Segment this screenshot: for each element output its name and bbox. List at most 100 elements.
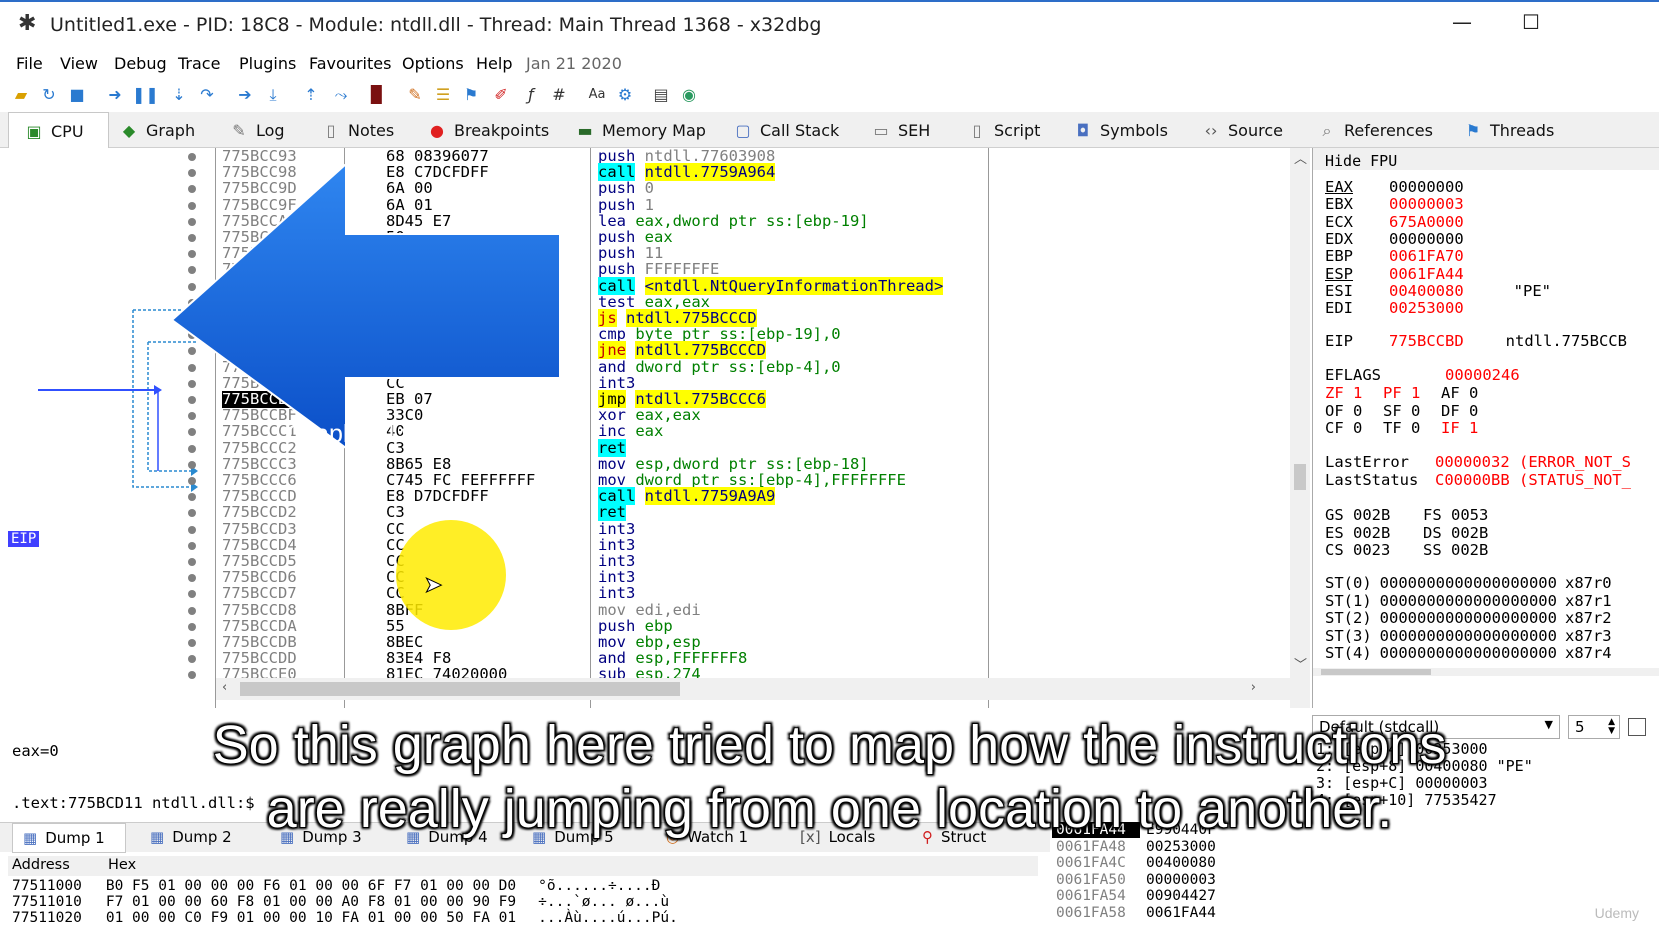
fpu-register[interactable]: ST(0) 0000000000000000000 x87r0 [1325, 574, 1620, 592]
patch-icon[interactable]: ✎ [404, 84, 426, 106]
calculator-icon[interactable]: ▤ [650, 84, 672, 106]
flag[interactable]: PF 1 [1383, 384, 1420, 402]
disasm-row[interactable]: 775BCCCD E8 D7DCFDFF call ntdll.7759A9A9 [188, 487, 1290, 506]
flag[interactable]: DF 0 [1441, 402, 1478, 420]
disasm-row[interactable]: 775BCCD6CCint3 [188, 569, 1290, 586]
breakpoint-dot-icon[interactable] [188, 558, 196, 566]
eflags-register[interactable]: EFLAGS 00000246 [1325, 366, 1520, 384]
scroll-thumb[interactable] [240, 682, 680, 696]
menu-trace[interactable]: Trace [178, 54, 220, 73]
disasm-row[interactable]: 775BCCD3 CC int3 [188, 520, 1290, 538]
breakpoint-dot-icon[interactable] [188, 541, 196, 550]
maximize-button[interactable]: ☐ [1522, 10, 1540, 34]
register-horizontal-scrollbar[interactable] [1313, 668, 1659, 676]
tab-script[interactable]: ▯ Script [968, 112, 1041, 148]
flag[interactable]: TF 0 [1383, 419, 1420, 437]
preferences-icon[interactable]: ⚙ [614, 84, 636, 106]
stop-icon[interactable]: ■ [66, 84, 88, 106]
tab-cpu[interactable]: ▣ CPU [8, 112, 109, 149]
dump-row[interactable]: 77511010 F7 01 00 00 60 F8 01 00 00 A0 F8… [12, 894, 691, 910]
fpu-register[interactable]: ST(4) 0000000000000000000 x87r4 [1325, 644, 1620, 662]
disasm-row[interactable]: 775BCCDB 8BEC mov ebp,esp [188, 634, 1290, 651]
tab-threads[interactable]: ⚑ Threads [1464, 112, 1554, 148]
breakpoint-dot-icon[interactable] [188, 525, 196, 534]
tab-breakpoints[interactable]: ● Breakpoints [428, 112, 549, 148]
labels-icon[interactable]: ⚑ [460, 84, 482, 106]
breakpoint-dot-icon[interactable] [188, 153, 196, 161]
disasm-row[interactable]: 775BCCD4 CC int3 [188, 536, 1290, 554]
scylla-icon[interactable]: ▉ [366, 84, 388, 106]
tab-graph[interactable]: ◆ Graph [120, 112, 195, 148]
segment-register[interactable]: SS 002B [1423, 541, 1488, 559]
scroll-up-icon[interactable]: ︿ [1294, 148, 1307, 167]
disasm-row[interactable]: 775BCCDA 55 push ebp [188, 617, 1290, 635]
dump-row[interactable]: 77511020 01 00 00 C0 F9 01 00 00 10 FA 01… [12, 910, 700, 926]
stack-row[interactable]: 0061FA50 00000003 [1052, 872, 1216, 888]
scroll-right-icon[interactable]: › [1251, 680, 1256, 695]
flag[interactable]: CF 0 [1325, 419, 1362, 437]
fpu-register[interactable]: ST(3) 0000000000000000000 x87r3 [1325, 627, 1620, 645]
tab-log[interactable]: ✎ Log [230, 112, 284, 148]
disassembly-vertical-scrollbar[interactable]: ︿ ﹀ [1290, 148, 1310, 708]
scroll-thumb[interactable] [1294, 464, 1306, 490]
eip-register[interactable]: EIP 775BCCBD ntdll.775BCCB [1325, 332, 1627, 350]
stack-row[interactable]: 0061FA48 00253000 [1052, 839, 1216, 855]
execute-till-return-icon[interactable]: ⇡ [300, 84, 322, 106]
flag[interactable]: OF 0 [1325, 402, 1362, 420]
scroll-thumb[interactable] [1321, 669, 1431, 675]
tab-memory-map[interactable]: ▬ Memory Map [576, 112, 705, 148]
open-icon[interactable]: ▰ [10, 84, 32, 106]
fpu-register[interactable]: ST(1) 0000000000000000000 x87r1 [1325, 592, 1620, 610]
tab-seh[interactable]: ▭ SEH [872, 112, 930, 148]
disasm-row[interactable]: 775BCCD5 CC int3 [188, 553, 1290, 570]
register-edi[interactable]: EDI 00253000 [1325, 299, 1514, 317]
disasm-row[interactable]: 775BCCD7 CC int3 [188, 585, 1290, 602]
register-edx[interactable]: EDX 00000000 [1325, 230, 1514, 248]
menu-view[interactable]: View [60, 54, 98, 73]
font-icon[interactable]: Aa [586, 84, 608, 106]
functions-icon[interactable]: ƒ [520, 84, 542, 106]
register-esp[interactable]: ESP 0061FA44 [1325, 265, 1514, 283]
restart-icon[interactable]: ↻ [38, 84, 60, 106]
scroll-down-icon[interactable]: ﹀ [1294, 654, 1307, 673]
breakpoint-dot-icon[interactable] [188, 477, 196, 485]
dump-table[interactable]: Address Hex 77511000 B0 F5 01 00 00 00 F6… [8, 856, 1038, 927]
menu-plugins[interactable]: Plugins [239, 54, 296, 73]
segment-register[interactable]: ES 002B [1325, 524, 1390, 542]
segment-register[interactable]: FS 0053 [1423, 506, 1488, 524]
register-ecx[interactable]: ECX 675A0000 [1325, 213, 1514, 231]
trace-over-icon[interactable]: ⤓ [262, 84, 284, 106]
flag[interactable]: AF 0 [1441, 384, 1478, 402]
hide-fpu-button[interactable]: Hide FPU [1313, 148, 1659, 170]
menu-options[interactable]: Options [402, 54, 464, 73]
scroll-left-icon[interactable]: ‹ [222, 680, 227, 695]
trace-into-icon[interactable]: ➔ [234, 84, 256, 106]
breakpoint-dot-icon[interactable] [188, 639, 196, 647]
stack-row[interactable]: 0061FA54 00904427 [1052, 888, 1216, 904]
hash-icon[interactable]: # [548, 84, 570, 106]
tab-symbols[interactable]: ◘ Symbols [1074, 112, 1168, 148]
flag[interactable]: IF 1 [1441, 419, 1478, 437]
comments-icon[interactable]: ☰ [432, 84, 454, 106]
step-over-icon[interactable]: ↷ [196, 84, 218, 106]
disasm-row[interactable]: 775BCCD8 8BFF mov edi,edi [188, 601, 1290, 619]
globe-icon[interactable]: ◉ [678, 84, 700, 106]
stack-row[interactable]: 0061FA58 0061FA44 [1052, 905, 1216, 921]
disasm-row[interactable]: 775BCCD2 C3 ret [188, 503, 1290, 522]
run-icon[interactable]: ➜ [104, 84, 126, 106]
fpu-register[interactable]: ST(2) 0000000000000000000 x87r2 [1325, 609, 1620, 627]
menu-debug[interactable]: Debug [114, 54, 167, 73]
dump-row[interactable]: 77511000 B0 F5 01 00 00 00 F6 01 00 00 6F… [12, 878, 682, 894]
breakpoint-dot-icon[interactable] [188, 622, 196, 631]
step-into-icon[interactable]: ⇣ [168, 84, 190, 106]
menu-favourites[interactable]: Favourites [309, 54, 391, 73]
segment-register[interactable]: DS 002B [1423, 524, 1488, 542]
segment-register[interactable]: GS 002B [1325, 506, 1390, 524]
flag[interactable]: SF 0 [1383, 402, 1420, 420]
menu-help[interactable]: Help [476, 54, 512, 73]
register-ebp[interactable]: EBP 0061FA70 [1325, 247, 1514, 265]
tab-references[interactable]: ⌕ References [1318, 112, 1433, 148]
flag[interactable]: ZF 1 [1325, 384, 1362, 402]
breakpoint-dot-icon[interactable] [188, 606, 196, 615]
register-eax[interactable]: EAX 00000000 [1325, 178, 1514, 196]
